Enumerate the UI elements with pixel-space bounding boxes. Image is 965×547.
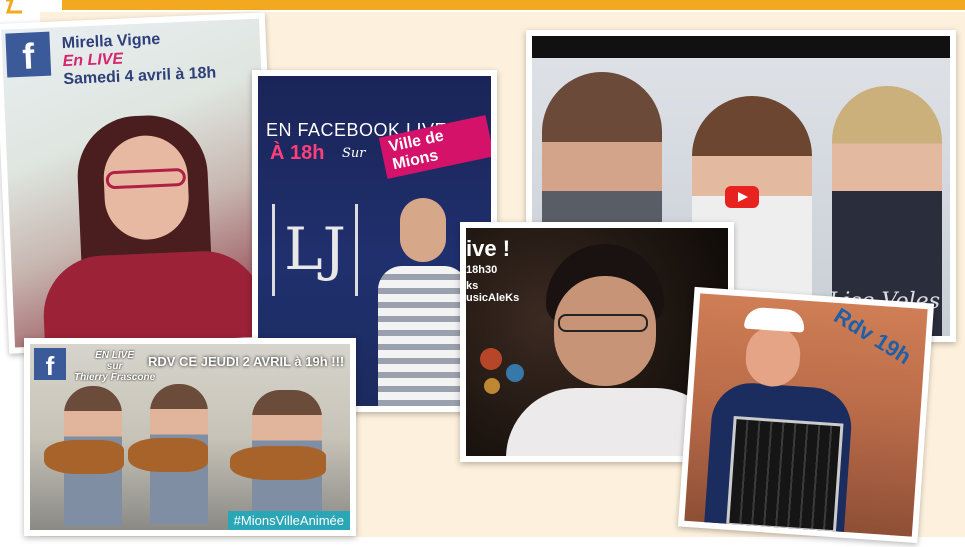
facebook-icon: f xyxy=(34,348,66,381)
poster-sur: Sur xyxy=(342,146,366,161)
white-cap xyxy=(743,306,806,333)
guitar-rdv: RDV CE JEUDI 2 AVRIL à 19h !!! xyxy=(148,354,345,369)
glasses-icon xyxy=(105,167,187,190)
guitar-trio-photo: f EN LIVE sur Thierry Frascone RDV CE JE… xyxy=(24,338,356,536)
accordionist-face xyxy=(743,324,803,389)
youtube-play-icon[interactable] xyxy=(725,186,759,208)
guitar-host: Thierry Frascone xyxy=(74,372,156,383)
aleks-time: 18h30 xyxy=(466,264,498,276)
guitar-icon xyxy=(44,440,124,474)
accordion-rdv: Rdv 19h xyxy=(830,302,917,370)
bokeh-light xyxy=(484,378,500,394)
accordion-photo: Rdv 19h xyxy=(677,286,935,544)
accordion-icon xyxy=(726,415,844,534)
mirella-live-photo: f Mirella Vigne En LIVE Samedi 4 avril à… xyxy=(0,12,280,354)
mirella-caption: Mirella Vigne En LIVE Samedi 4 avril à 1… xyxy=(61,28,216,89)
video-top-bar xyxy=(532,36,950,58)
guitar-icon xyxy=(128,438,208,472)
accordion-photo-content: Rdv 19h xyxy=(684,293,928,537)
guitar-photo-content: f EN LIVE sur Thierry Frascone RDV CE JE… xyxy=(30,344,350,530)
aleks-title: ive ! xyxy=(466,236,511,261)
glasses-icon xyxy=(558,314,648,332)
aleks-line1: ks xyxy=(466,280,479,292)
singer-striped-shirt xyxy=(378,266,468,406)
guitar-en-live: EN LIVE xyxy=(95,350,135,361)
lj-logo: LJ xyxy=(272,204,358,296)
guitar-live-caption: EN LIVE sur Thierry Frascone xyxy=(74,350,155,383)
guitar-icon xyxy=(230,446,326,480)
aleks-line2: usicAleKs xyxy=(466,292,520,304)
mirella-photo-content: f Mirella Vigne En LIVE Samedi 4 avril à… xyxy=(1,18,273,348)
bokeh-light xyxy=(480,348,502,370)
woman-body xyxy=(41,248,266,348)
facebook-icon: f xyxy=(5,31,52,78)
singer-head xyxy=(400,198,446,262)
hashtag-banner: #MionsVilleAnimée xyxy=(227,511,350,530)
bokeh-light xyxy=(506,364,524,382)
top-accent-bar xyxy=(62,0,965,10)
poster-time: À 18h xyxy=(270,142,325,164)
corner-logo-icon xyxy=(2,0,36,16)
guitar-sur: sur xyxy=(106,361,123,372)
